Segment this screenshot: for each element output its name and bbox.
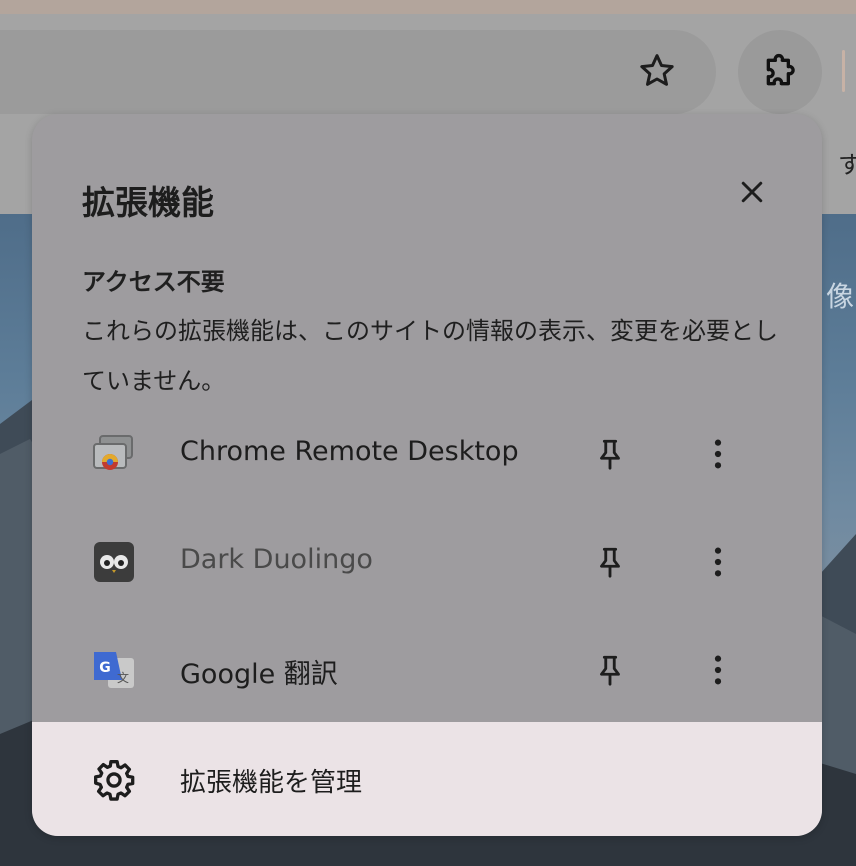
toolbar-edge-divider (842, 50, 845, 92)
chrome-remote-desktop-icon (93, 435, 133, 470)
extension-row[interactable]: Chrome Remote Desktop (32, 400, 822, 508)
svg-text:文: 文 (117, 670, 129, 685)
more-vertical-icon (714, 655, 722, 685)
extension-row[interactable]: G 文 Google 翻訳 (32, 616, 822, 724)
address-bar[interactable] (0, 30, 716, 114)
extension-name: Chrome Remote Desktop (180, 436, 519, 467)
pin-button[interactable] (586, 646, 634, 694)
close-button[interactable] (730, 170, 774, 214)
pin-icon (600, 439, 620, 470)
background-partial-text: 像 (826, 280, 855, 313)
more-options-button[interactable] (694, 646, 742, 694)
more-vertical-icon (714, 439, 722, 469)
pin-icon (600, 655, 620, 686)
dark-duolingo-icon (94, 542, 134, 582)
bookmark-star-button[interactable] (628, 42, 686, 100)
more-vertical-icon (714, 547, 722, 577)
svg-text:G: G (99, 660, 111, 676)
close-icon (741, 181, 763, 203)
section-description: これらの拡張機能は、このサイトの情報の表示、変更を必要としていません。 (82, 317, 778, 395)
panel-title: 拡張機能 (82, 183, 214, 222)
google-translate-icon: G 文 (94, 652, 134, 688)
more-options-button[interactable] (694, 430, 742, 478)
pin-button[interactable] (586, 538, 634, 586)
extensions-button[interactable] (738, 30, 822, 114)
more-options-button[interactable] (694, 538, 742, 586)
manage-extensions-label: 拡張機能を管理 (180, 768, 363, 798)
extension-name: Google 翻訳 (180, 659, 338, 690)
bookmark-bar-partial-text[interactable]: す (838, 145, 856, 180)
extension-name: Dark Duolingo (180, 544, 373, 575)
manage-extensions-button[interactable]: 拡張機能を管理 (32, 722, 822, 836)
star-outline-icon (640, 54, 674, 86)
extension-row[interactable]: Dark Duolingo (32, 508, 822, 616)
pin-icon (600, 547, 620, 578)
section-heading: アクセス不要 (82, 268, 225, 296)
window-top-strip (0, 0, 856, 14)
gear-icon (94, 760, 135, 801)
pin-button[interactable] (586, 430, 634, 478)
puzzle-piece-icon (766, 53, 795, 86)
extensions-menu-panel: 拡張機能 アクセス不要 これらの拡張機能は、このサイトの情報の表示、変更を必要と… (32, 114, 822, 836)
